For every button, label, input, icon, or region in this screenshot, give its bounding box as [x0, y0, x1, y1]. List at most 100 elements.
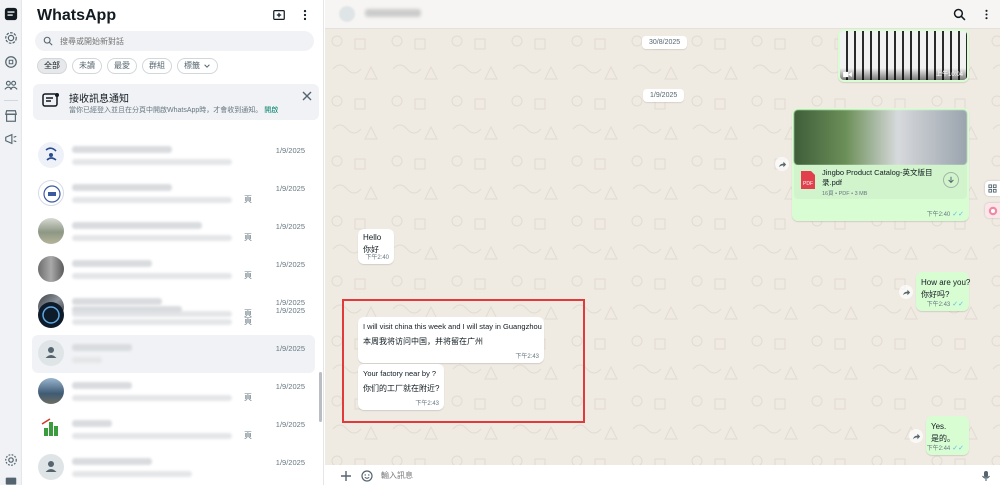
- chat-row[interactable]: 頁 1/9/2025: [32, 175, 315, 213]
- more-vertical-icon[interactable]: [980, 8, 993, 21]
- search-bar[interactable]: [35, 31, 314, 51]
- notification-title: 接收訊息通知: [69, 94, 129, 105]
- document-name-line2: 录.pdf: [822, 178, 843, 187]
- date-separator: 1/9/2025: [643, 89, 685, 102]
- profile-icon[interactable]: [3, 474, 19, 485]
- search-icon[interactable]: [953, 8, 966, 21]
- close-icon[interactable]: [301, 90, 313, 102]
- chat-row[interactable]: 1/9/2025: [32, 137, 315, 175]
- forward-icon: [902, 289, 910, 295]
- chat-preview: [72, 319, 232, 325]
- chat-row[interactable]: 頁 1/9/2025: [32, 251, 315, 289]
- channels-icon[interactable]: [3, 54, 19, 70]
- chat-preview: [72, 471, 192, 477]
- avatar: [38, 416, 64, 442]
- document-meta: 16頁 • PDF • 3 MB: [822, 191, 868, 197]
- message-bubble-incoming[interactable]: Hello 你好 下午2:40: [358, 229, 394, 264]
- filter-favorites[interactable]: 最愛: [107, 58, 137, 74]
- message-bubble-incoming[interactable]: Your factory near by ? 你们的工厂就在附近? 下午2:43: [358, 364, 444, 410]
- chat-preview: [72, 235, 232, 241]
- notification-banner: 接收訊息通知 當你已經登入並且在分頁中開啟WhatsApp時，才會收到通知。 開…: [33, 84, 319, 120]
- search-input[interactable]: [60, 36, 300, 46]
- message-input[interactable]: [381, 471, 941, 480]
- chat-row-selected[interactable]: 1/9/2025: [32, 335, 315, 373]
- chat-time: 1/9/2025: [275, 260, 305, 269]
- attach-button[interactable]: [339, 469, 352, 482]
- chat-preview: [72, 357, 102, 363]
- new-chat-icon: [273, 10, 285, 20]
- date-separator: 30/8/2025: [642, 36, 688, 49]
- chevron-down-icon: [204, 64, 210, 68]
- filter-chips: 全部 未讀 最愛 群組 標籤: [37, 58, 218, 74]
- video-thumbnail[interactable]: 上午10:04: [840, 31, 967, 80]
- chat-time: 1/9/2025: [275, 420, 305, 429]
- message-composer: [325, 465, 1000, 485]
- megaphone-icon[interactable]: [3, 131, 19, 147]
- emoji-icon: [360, 469, 373, 482]
- chat-time: 1/9/2025: [275, 306, 305, 315]
- chat-name: [72, 260, 152, 267]
- chat-row[interactable]: 頁 1/9/2025: [32, 297, 315, 335]
- enable-notifications-link[interactable]: 開啟: [264, 107, 278, 114]
- chat-row[interactable]: 頁 1/9/2025: [32, 373, 315, 411]
- chat-name: [72, 222, 202, 229]
- filter-all[interactable]: 全部: [37, 58, 67, 74]
- video-message[interactable]: 上午10:04: [838, 29, 969, 82]
- search-icon: [43, 36, 53, 46]
- communities-icon[interactable]: [3, 77, 19, 93]
- side-tool-button[interactable]: [985, 181, 1000, 196]
- voice-message-button[interactable]: [979, 469, 992, 482]
- forward-icon: [912, 433, 920, 439]
- filter-unread[interactable]: 未讀: [72, 58, 102, 74]
- document-preview[interactable]: [794, 110, 967, 165]
- chat-list-panel: WhatsApp 全部 未讀 最愛 群組 標籤 接收訊息通知 當你已經登入並且在…: [22, 0, 324, 485]
- forward-button[interactable]: [909, 429, 923, 443]
- time-text: 下午2:44: [926, 446, 951, 452]
- document-message[interactable]: PDF Jingbo Product Catalog-英文版目 录.pdf 16…: [792, 108, 969, 221]
- time-text: 下午2:43: [926, 302, 951, 308]
- chat-name: [72, 306, 182, 313]
- message-time: 下午2:43: [415, 401, 439, 407]
- contact-name[interactable]: [365, 9, 421, 17]
- chat-preview-tail: 頁: [244, 271, 252, 280]
- chats-icon[interactable]: [3, 6, 19, 22]
- app-title: WhatsApp: [37, 7, 117, 24]
- read-ticks-icon: ✓✓: [952, 210, 964, 218]
- message-bubble-outgoing[interactable]: Yes. 是的。 下午2:44 ✓✓: [926, 416, 969, 455]
- conversation-pane: 30/8/2025 1/9/2025 上午10:04 PDF Jingbo Pr…: [325, 0, 1000, 485]
- plus-icon: [340, 470, 351, 481]
- chat-time: 1/9/2025: [275, 146, 305, 155]
- store-icon[interactable]: [3, 108, 19, 124]
- message-text-line: 你们的工厂就在附近?: [363, 384, 440, 393]
- notification-body: 當你已經登入並且在分頁中開啟WhatsApp時，才會收到通知。: [69, 107, 263, 114]
- notification-icon: [42, 93, 59, 107]
- chat-row[interactable]: 1/9/2025: [32, 449, 315, 485]
- message-bubble-incoming[interactable]: I will visit china this week and I will …: [358, 317, 544, 363]
- side-tool-button[interactable]: [985, 203, 1000, 218]
- menu-button[interactable]: [296, 6, 314, 24]
- settings-icon[interactable]: [3, 452, 19, 468]
- document-info[interactable]: PDF Jingbo Product Catalog-英文版目 录.pdf 16…: [794, 165, 967, 199]
- chat-name: [72, 184, 172, 191]
- chat-preview-tail: 頁: [244, 431, 252, 440]
- emoji-button[interactable]: [360, 469, 373, 482]
- forward-button[interactable]: [899, 285, 913, 299]
- chat-row[interactable]: 頁 1/9/2025: [32, 411, 315, 449]
- filter-labels[interactable]: 標籤: [177, 58, 218, 74]
- conversation-header[interactable]: [325, 0, 1000, 29]
- message-bubble-outgoing[interactable]: How are you? 你好吗? 下午2:43 ✓✓: [916, 272, 970, 311]
- read-ticks-icon: ✓✓: [952, 444, 964, 452]
- forward-button[interactable]: [775, 157, 789, 171]
- message-text-line: Hello: [363, 233, 382, 242]
- download-icon: [948, 176, 954, 184]
- filter-groups[interactable]: 群組: [142, 58, 172, 74]
- new-chat-button[interactable]: [270, 6, 288, 24]
- download-button[interactable]: [943, 172, 959, 188]
- scrollbar-thumb[interactable]: [319, 372, 322, 422]
- message-time: 下午2:40 ✓✓: [926, 209, 964, 219]
- status-icon[interactable]: [3, 30, 19, 46]
- contact-avatar[interactable]: [339, 6, 355, 22]
- time-text: 下午2:40: [926, 212, 951, 218]
- filter-labels-text: 標籤: [184, 61, 200, 70]
- chat-row[interactable]: 頁 1/9/2025: [32, 213, 315, 251]
